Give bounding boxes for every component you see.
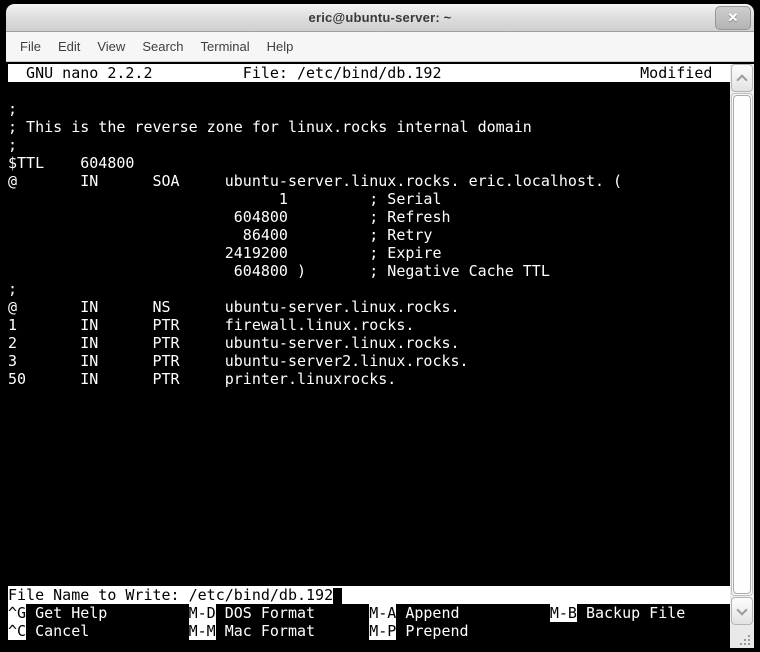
shortcuts-row-1: ^G Get Help M-D DOS Format M-A Append M-B B… (8, 604, 730, 622)
text-cursor (333, 588, 343, 604)
nano-header-bar: GNU nano 2.2.2 File: /etc/bind/db.192 Modi… (8, 64, 730, 82)
shortcut-label: Get Help (26, 604, 108, 622)
menu-item-terminal[interactable]: Terminal (201, 39, 250, 54)
shortcut-key: M-D (188, 604, 216, 622)
shortcut-prepend: M-P Prepend (369, 622, 469, 640)
terminal-line: 2 IN PTR ubuntu-server.linux.rocks. (8, 334, 460, 352)
shortcut-label: Cancel (26, 622, 90, 640)
shortcut-key: M-A (369, 604, 397, 622)
nano-filename: File: /etc/bind/db.192 (242, 64, 442, 82)
terminal-line: 86400 ; Retry (8, 226, 433, 244)
shortcut-key: ^G (8, 604, 27, 622)
terminal-line: $TTL 604800 (8, 154, 135, 172)
window-title: eric@ubuntu-server: ~ (308, 10, 452, 25)
terminal-line: 50 IN PTR printer.linuxrocks. (8, 370, 397, 388)
terminal-line (8, 550, 730, 568)
terminal-line (8, 424, 730, 442)
shortcut-key: M-B (549, 604, 577, 622)
menu-item-help[interactable]: Help (267, 39, 294, 54)
menu-bar: File Edit View Search Terminal Help (6, 32, 754, 62)
terminal-line: ; (8, 280, 18, 298)
scroll-up-button[interactable] (731, 64, 753, 92)
nano-version: GNU nano 2.2.2 (26, 64, 153, 82)
resize-grip[interactable] (730, 625, 754, 648)
terminal-line (8, 496, 730, 514)
shortcut-key: M-P (369, 622, 397, 640)
terminal-line (8, 460, 730, 478)
chevron-down-icon (736, 603, 748, 616)
grip-dots-icon (748, 643, 750, 645)
terminal-line (8, 568, 730, 586)
terminal-line: 1 IN PTR firewall.linux.rocks. (8, 316, 415, 334)
terminal-line: ; This is the reverse zone for linux.roc… (8, 118, 532, 136)
close-icon[interactable]: ✕ (715, 6, 751, 30)
shortcut-label: DOS Format (215, 604, 316, 622)
menu-item-file[interactable]: File (20, 39, 41, 54)
terminal-line (8, 82, 730, 100)
shortcut-backup-file: M-B Backup File (549, 604, 686, 622)
scrollbar-track[interactable] (731, 93, 753, 596)
menu-item-view[interactable]: View (97, 39, 125, 54)
terminal-line: @ IN SOA ubuntu-server.linux.rocks. eric… (8, 172, 623, 190)
terminal-line: 3 IN PTR ubuntu-server2.linux.rocks. (8, 352, 469, 370)
shortcut-dos-format: M-D DOS Format (188, 604, 316, 622)
shortcut-label: Backup File (576, 604, 686, 622)
terminal-area: GNU nano 2.2.2 File: /etc/bind/db.192 Modi… (6, 62, 754, 648)
shortcut-mac-format: M-M Mac Format (188, 622, 316, 640)
shortcut-label: Mac Format (215, 622, 316, 640)
terminal-line: ; (8, 136, 18, 154)
window-titlebar[interactable]: eric@ubuntu-server: ~ ✕ (6, 4, 754, 32)
scrollbar[interactable] (730, 64, 754, 648)
shortcut-key: M-M (188, 622, 216, 640)
terminal-window: eric@ubuntu-server: ~ ✕ File Edit View Sear… (6, 4, 754, 648)
terminal-line (8, 388, 730, 406)
terminal-line (8, 514, 730, 532)
shortcut-label: Prepend (396, 622, 469, 640)
terminal-line (8, 532, 730, 550)
shortcut-label: Append (396, 604, 460, 622)
terminal-line (8, 478, 730, 496)
terminal-line (8, 406, 730, 424)
scrollbar-thumb[interactable] (733, 95, 751, 594)
terminal-line: 2419200 ; Expire (8, 244, 442, 262)
menu-item-search[interactable]: Search (142, 39, 183, 54)
terminal-buffer: ;; This is the reverse zone for linux.ro… (8, 82, 730, 586)
terminal-screen[interactable]: GNU nano 2.2.2 File: /etc/bind/db.192 Modi… (8, 64, 730, 647)
shortcut-get-help: ^G Get Help (8, 604, 107, 622)
terminal-line: @ IN NS ubuntu-server.linux.rocks. (8, 298, 460, 316)
scroll-down-button[interactable] (731, 597, 753, 625)
terminal-line (8, 442, 730, 460)
shortcut-append: M-A Append (369, 604, 460, 622)
prompt-text: File Name to Write: /etc/bind/db.192 (8, 586, 334, 604)
shortcut-cancel: ^C Cancel (8, 622, 89, 640)
chevron-up-icon (736, 74, 748, 86)
shortcuts-row-2: ^C Cancel M-M Mac Format M-P Prepend (8, 622, 730, 640)
nano-modified-flag: Modified (640, 64, 713, 82)
shortcut-key: ^C (8, 622, 27, 640)
menu-item-edit[interactable]: Edit (58, 39, 80, 54)
terminal-line: 604800 ; Refresh (8, 208, 451, 226)
terminal-line: 1 ; Serial (8, 190, 442, 208)
terminal-line: 604800 ) ; Negative Cache TTL (8, 262, 550, 280)
nano-filename-prompt[interactable]: File Name to Write: /etc/bind/db.192 (8, 586, 730, 604)
terminal-line: ; (8, 100, 18, 118)
